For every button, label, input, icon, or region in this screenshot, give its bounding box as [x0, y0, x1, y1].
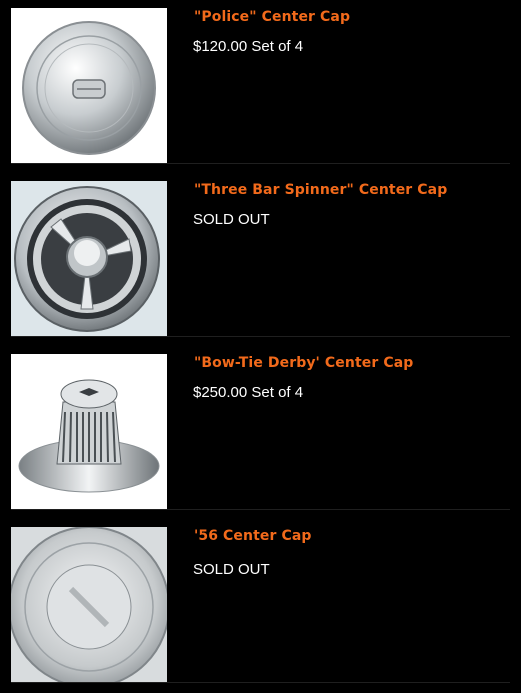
bow-tie-derby-icon	[11, 354, 167, 510]
product-title[interactable]: "Three Bar Spinner" Center Cap	[194, 182, 447, 198]
product-list: "Police" Center Cap $120.00 Set of 4 "Th…	[0, 0, 521, 693]
police-cap-image[interactable]	[11, 8, 167, 164]
product-item: "Bow-Tie Derby' Center Cap $250.00 Set o…	[0, 346, 521, 519]
product-status: SOLD OUT	[193, 211, 270, 228]
product-price: $120.00 Set of 4	[193, 38, 304, 55]
bow-tie-cap-image[interactable]	[11, 354, 167, 510]
product-title[interactable]: '56 Center Cap	[194, 528, 312, 544]
product-title[interactable]: "Police" Center Cap	[194, 9, 350, 25]
product-title[interactable]: "Bow-Tie Derby' Center Cap	[194, 355, 413, 371]
product-item: "Police" Center Cap $120.00 Set of 4	[0, 0, 521, 173]
three-bar-spinner-icon	[11, 181, 167, 337]
divider	[11, 682, 510, 683]
56-cap-image[interactable]	[11, 527, 167, 683]
divider	[11, 336, 510, 337]
product-price: $250.00 Set of 4	[193, 384, 304, 401]
product-item: '56 Center Cap SOLD OUT	[0, 519, 521, 692]
divider	[11, 509, 510, 510]
56-center-cap-icon	[11, 527, 167, 683]
product-status: SOLD OUT	[193, 561, 270, 578]
police-cap-icon	[11, 8, 167, 164]
spinner-cap-image[interactable]	[11, 181, 167, 337]
product-item: "Three Bar Spinner" Center Cap SOLD OUT	[0, 173, 521, 346]
divider	[11, 163, 510, 164]
